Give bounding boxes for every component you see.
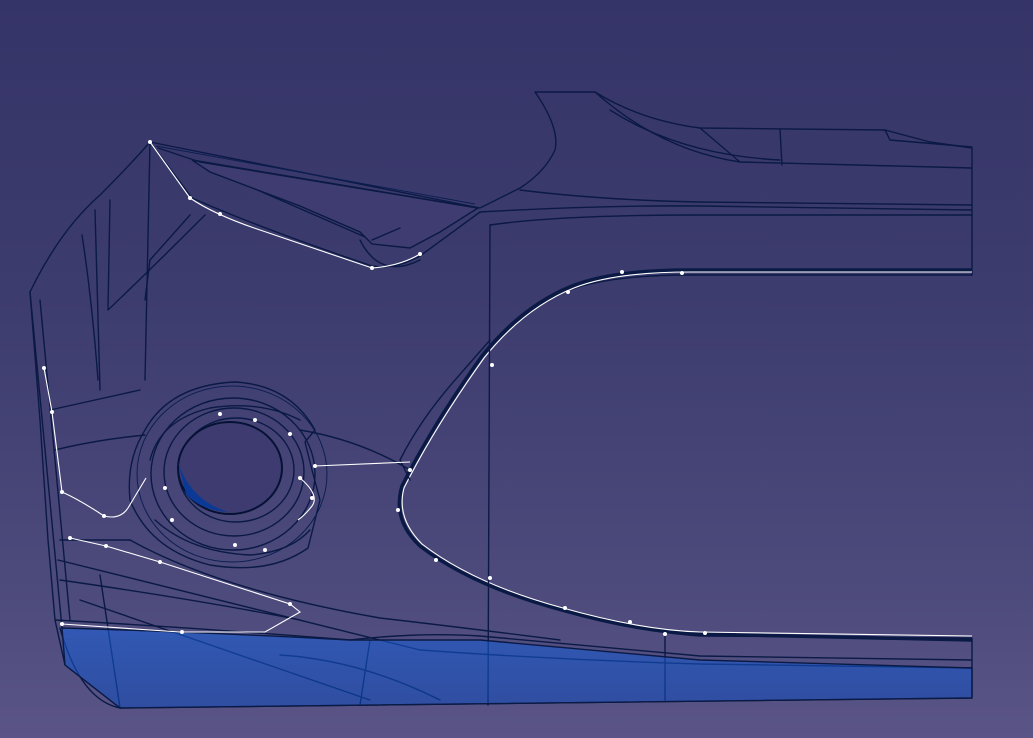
upper-air-intake bbox=[191, 159, 480, 249]
bumper-model[interactable] bbox=[0, 0, 1033, 738]
grille-opening-lip bbox=[397, 268, 973, 642]
3d-viewport[interactable] bbox=[0, 0, 1033, 738]
fog-lamp-opening[interactable] bbox=[128, 381, 328, 569]
